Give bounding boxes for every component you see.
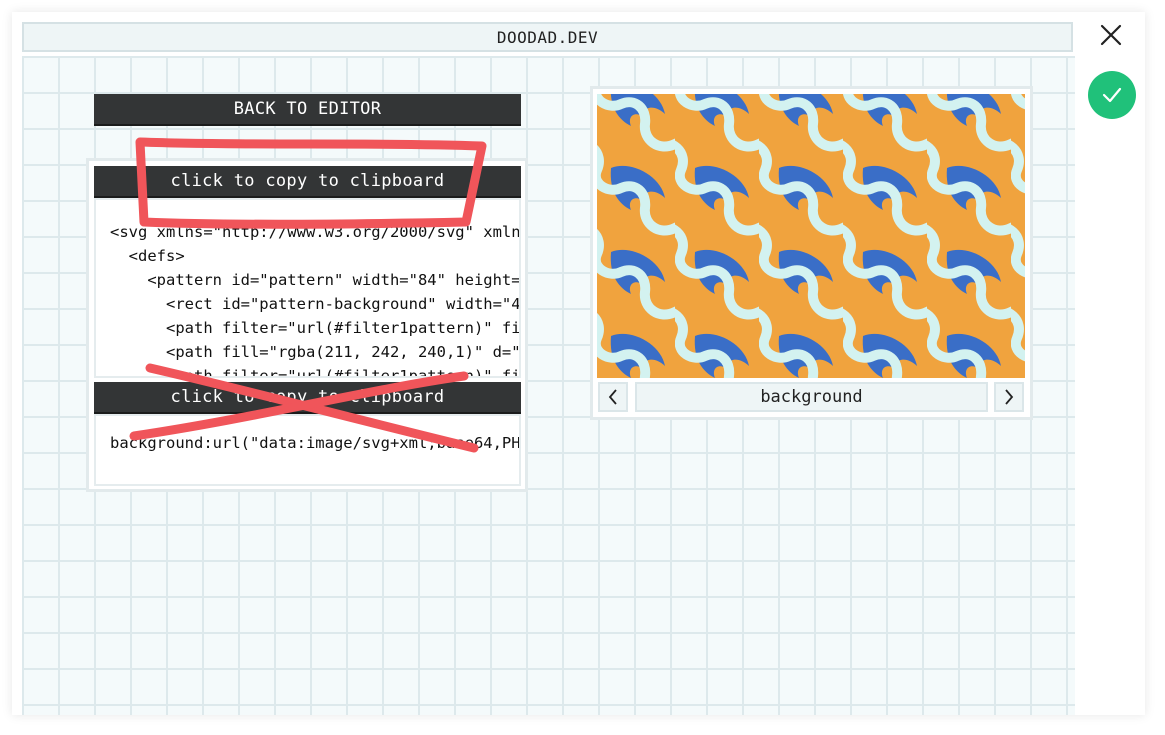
preview-mode-label: background [635, 382, 988, 412]
chevron-right-icon [1005, 389, 1014, 405]
code-line: <path filter="url(#filter1pattern)" fill… [165, 367, 521, 378]
checkmark-icon [1102, 87, 1122, 103]
pattern-preview [597, 94, 1025, 378]
chevron-left-icon [608, 389, 617, 405]
code-line: <path fill="rgba(211, 242, 240,1)" d=""/… [110, 343, 521, 361]
back-to-editor-button[interactable]: BACK TO EDITOR [94, 94, 521, 124]
code-line: <rect id="pattern-background" width="400… [165, 295, 521, 313]
copy-css-button[interactable]: click to copy to clipboard [94, 382, 521, 412]
svg-code-block[interactable]: <svg xmlns="http://www.w3.org/2000/svg" … [94, 198, 521, 378]
code-line: <svg xmlns="http://www.w3.org/2000/svg" … [110, 223, 521, 241]
previous-pattern-button[interactable] [598, 382, 628, 412]
code-line: <path filter="url(#filter1pattern)" fill… [165, 319, 521, 337]
close-button[interactable] [1098, 22, 1124, 48]
svg-code-text: <svg xmlns="http://www.w3.org/2000/svg" … [96, 200, 521, 378]
css-code-text: background:url("data:image/svg+xml;base6… [110, 434, 521, 452]
copy-svg-button[interactable]: click to copy to clipboard [94, 166, 521, 196]
css-code-block[interactable]: background:url("data:image/svg+xml;base6… [94, 414, 521, 486]
close-icon [1100, 24, 1122, 46]
code-line: <defs> [110, 247, 185, 265]
confirm-button[interactable] [1088, 71, 1136, 119]
window-title: DOODAD.DEV [22, 22, 1073, 52]
next-pattern-button[interactable] [994, 382, 1024, 412]
code-line: <pattern id="pattern" width="84" height=… [147, 271, 521, 289]
